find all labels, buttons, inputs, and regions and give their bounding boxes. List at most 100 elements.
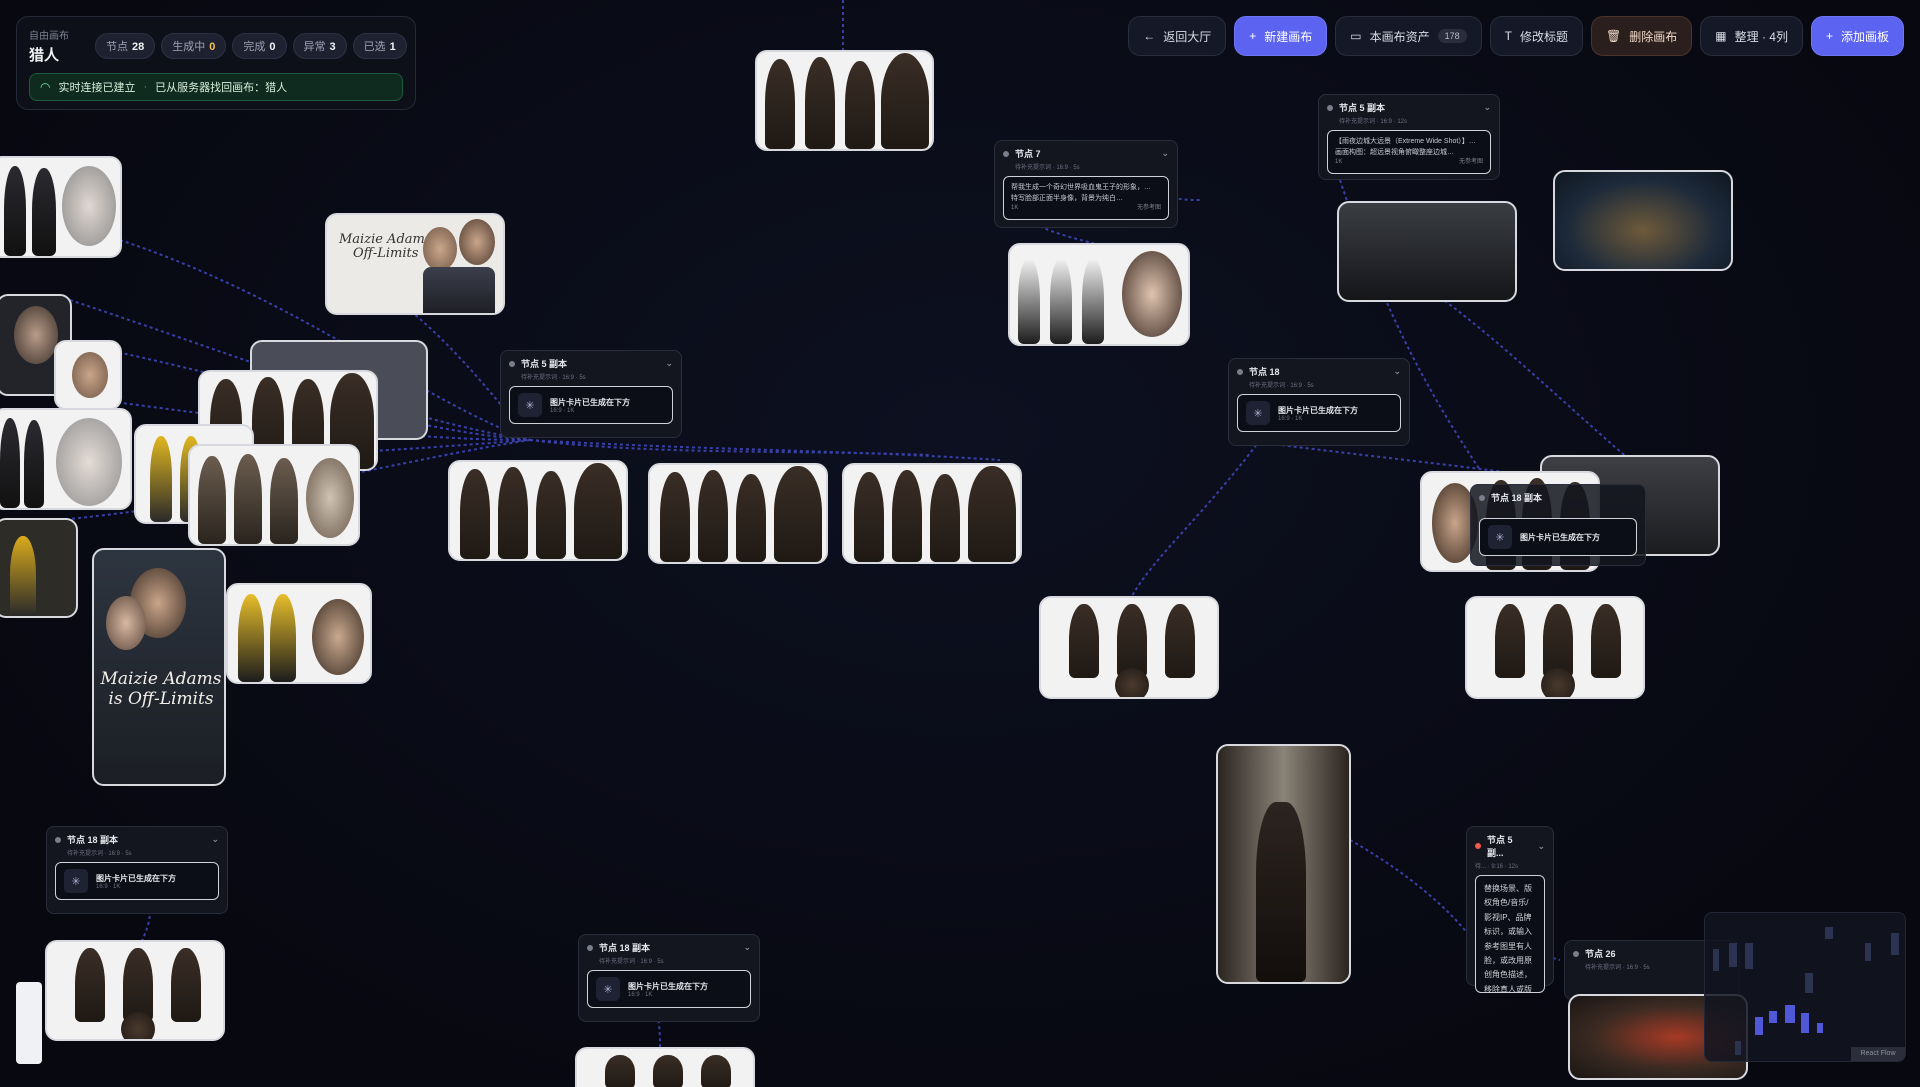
chip-error[interactable]: 异常 3 (292, 33, 347, 59)
edit-title-button[interactable]: T 修改标题 (1489, 16, 1584, 56)
status-dot (509, 360, 515, 367)
canvas-info-panel: 自由画布 猎人 节点 28 生成中 0 完成 0 异常 3 已选 1 ◠ 实时连接已建立 … (16, 16, 416, 110)
image-card-hooded-robes-c[interactable] (842, 463, 1022, 564)
node-image-card[interactable]: ✳ 图片卡片已生成在下方 16:9 · 1K (1237, 394, 1401, 432)
status-dot (1479, 494, 1485, 501)
chip-value: 0 (209, 41, 216, 53)
delete-canvas-button[interactable]: 🗑 删除画布 (1591, 16, 1693, 56)
minimap[interactable]: React Flow (1704, 912, 1906, 1062)
image-card-poster-maizie-adams-tall[interactable]: Maizie Adams is Off-Limits (92, 548, 226, 786)
node-image-card[interactable]: ✳ 图片卡片已生成在下方 16:9 · 1K (587, 970, 751, 1008)
node-subtitle: 待补充提示词 · 16:9 · 12s (1339, 119, 1408, 125)
node-subtitle: 待补充提示词 · 16:9 · 5s (67, 851, 132, 857)
button-label: 删除画布 (1629, 29, 1678, 44)
image-card-woman-at-window[interactable] (1216, 744, 1351, 984)
prompt-line-2: 画面构图：超远景视角俯瞰整座边城… (1335, 149, 1454, 157)
image-card-robes-bottom-mid[interactable] (575, 1047, 755, 1087)
image-card-robes-hood-b[interactable] (1465, 596, 1645, 699)
node-5-copy-c[interactable]: 节点 5 副... ⌄ 待... · 9:16 · 12s 替换场景、版权角色/音… (1466, 826, 1554, 993)
node-18-copy-left[interactable]: 节点 18 副本 ⌄ 待补充提示词 · 16:9 · 5s ✳ 图片卡片已生成在下… (46, 826, 228, 914)
node-18[interactable]: 节点 18 ⌄ 待补充提示词 · 16:9 · 5s ✳ 图片卡片已生成在下方 16… (1228, 358, 1410, 446)
node-7[interactable]: 节点 7 ⌄ 待补充提示词 · 16:9 · 5s 帮我生成一个奇幻世界吸血鬼王子… (994, 140, 1178, 228)
sparkle-icon: ✳ (596, 977, 620, 1001)
chevron-down-icon[interactable]: ⌄ (211, 834, 219, 845)
canvas-assets-button[interactable]: ▭ 本画布资产 178 (1335, 16, 1482, 56)
connection-text: 实时连接已建立 (58, 82, 136, 94)
node-title: 节点 18 副本 (1491, 493, 1543, 503)
folder-icon: ▭ (1350, 29, 1362, 43)
image-card-poster-maizie-adams[interactable]: Maizie Adams Off-Limits (325, 213, 505, 315)
sparkle-icon: ✳ (64, 869, 88, 893)
plus-icon: + (1825, 29, 1833, 43)
node-5-copy-b[interactable]: 节点 5 副本 ⌄ 待补充提示词 · 16:9 · 12s 【雨夜边城大远景（Ex… (1318, 94, 1500, 180)
image-card-hooded-robes-a[interactable] (448, 460, 628, 561)
chevron-down-icon[interactable]: ⌄ (1483, 102, 1491, 113)
zoom-controls[interactable] (16, 982, 42, 1064)
prompt-line-1: 【雨夜边城大远景（Extreme Wide Shot）】… (1335, 138, 1476, 145)
text-icon: T (1504, 29, 1513, 43)
chip-nodes[interactable]: 节点 28 (95, 33, 156, 59)
node-prompt-text[interactable]: 帮我生成一个奇幻世界吸血鬼王子的形象，… 特写脸部正面半身像，背景为纯白… 1K… (1003, 176, 1169, 220)
arrange-button[interactable]: ▦ 整理 · 4列 (1700, 16, 1803, 56)
trash-icon: 🗑 (1606, 29, 1622, 43)
reference-tag: 无参考图 (1458, 159, 1483, 166)
arrow-left-icon: ← (1143, 29, 1156, 43)
chevron-down-icon[interactable]: ⌄ (743, 942, 751, 953)
top-toolbar: ← 返回大厅 + 新建画布 ▭ 本画布资产 178 T 修改标题 🗑 删除画布 ▦ 整理 · … (1128, 16, 1904, 56)
sparkle-icon: ✳ (1488, 525, 1512, 549)
react-flow-attribution[interactable]: React Flow (1851, 1047, 1905, 1061)
plus-icon: + (1249, 29, 1257, 43)
card-title: 图片卡片已生成在下方 (1278, 405, 1358, 415)
image-card-robes-hood-bottom-left[interactable] (45, 940, 225, 1041)
image-card-dark-alley[interactable] (1337, 201, 1517, 302)
add-board-button[interactable]: + 添加画板 (1810, 16, 1904, 56)
chevron-down-icon[interactable]: ⌄ (1393, 366, 1401, 377)
card-title: 图片卡片已生成在下方 (96, 873, 176, 883)
image-card-robes-hood-a[interactable] (1039, 596, 1219, 699)
card-title: 图片卡片已生成在下方 (550, 397, 630, 407)
image-card-vampire-prince[interactable] (1008, 243, 1190, 346)
wifi-icon: ◠ (40, 80, 51, 94)
status-dot (1003, 150, 1009, 157)
card-subtitle: 16:9 · 1K (628, 991, 653, 998)
node-image-card[interactable]: ✳ 图片卡片已生成在下方 (1479, 518, 1637, 556)
chip-done[interactable]: 完成 0 (232, 33, 287, 59)
node-18-copy-mid[interactable]: 节点 18 副本 ⌄ 待补充提示词 · 16:9 · 5s ✳ 图片卡片已生成在下… (578, 934, 760, 1022)
stats-chips: 节点 28 生成中 0 完成 0 异常 3 已选 1 (95, 33, 407, 59)
node-title: 节点 18 (1249, 367, 1280, 377)
chevron-down-icon[interactable]: ⌄ (1161, 148, 1169, 159)
prompt-line-2: 特写脸部正面半身像，背景为纯白… (1011, 195, 1123, 203)
image-card-silver-hair-character[interactable] (0, 156, 122, 258)
node-error-text[interactable]: 替换场景、版权角色/音乐/影视IP、品牌标识，或输入参考图里有人脸，或改用原创角… (1475, 875, 1545, 993)
chevron-down-icon[interactable]: ⌄ (665, 358, 673, 369)
image-card-hooded-robes-b[interactable] (648, 463, 828, 564)
node-image-card[interactable]: ✳ 图片卡片已生成在下方 16:9 · 1K (55, 862, 219, 900)
node-image-card[interactable]: ✳ 图片卡片已生成在下方 16:9 · 1K (509, 386, 673, 424)
resolution-tag: 1K (1335, 159, 1343, 166)
canvas[interactable]: Maizie Adams Off-Limits Maizie Adams is … (0, 0, 1920, 1087)
node-5-copy-a[interactable]: 节点 5 副本 ⌄ 待补充提示词 · 16:9 · 5s ✳ 图片卡片已生成在下方… (500, 350, 682, 438)
new-canvas-button[interactable]: + 新建画布 (1234, 16, 1328, 56)
node-title: 节点 26 (1585, 949, 1616, 959)
image-card-night-city-aerial[interactable] (1553, 170, 1733, 271)
image-card-yellow-suit-hero[interactable] (226, 583, 372, 684)
chevron-down-icon[interactable]: ⌄ (1537, 841, 1545, 852)
chip-label: 完成 (243, 41, 266, 53)
prompt-line-1: 帮我生成一个奇幻世界吸血鬼王子的形象，… (1011, 184, 1151, 191)
image-card-white-hair-vampire[interactable] (0, 408, 132, 510)
node-prompt-text[interactable]: 【雨夜边城大远景（Extreme Wide Shot）】… 画面构图：超远景视角… (1327, 130, 1491, 174)
chip-generating[interactable]: 生成中 0 (161, 33, 227, 59)
back-to-lobby-button[interactable]: ← 返回大厅 (1128, 16, 1227, 56)
chip-selected[interactable]: 已选 1 (352, 33, 407, 59)
chip-label: 异常 (303, 41, 326, 53)
node-subtitle: 待补充提示词 · 16:9 · 5s (1249, 383, 1314, 389)
button-label: 返回大厅 (1163, 29, 1212, 44)
chip-value: 3 (329, 41, 336, 53)
node-18-copy-overlap[interactable]: 节点 18 副本 ✳ 图片卡片已生成在下方 (1470, 484, 1646, 566)
image-card-cowgirl[interactable] (54, 340, 122, 410)
card-title: 图片卡片已生成在下方 (1520, 532, 1600, 542)
image-card-hooded-figures-top[interactable] (755, 50, 934, 151)
image-card-yellow-costume-crop[interactable] (0, 518, 78, 618)
poster-tall-title-line1: Maizie Adams (100, 669, 222, 689)
image-card-werewolf-figures[interactable] (188, 444, 360, 546)
